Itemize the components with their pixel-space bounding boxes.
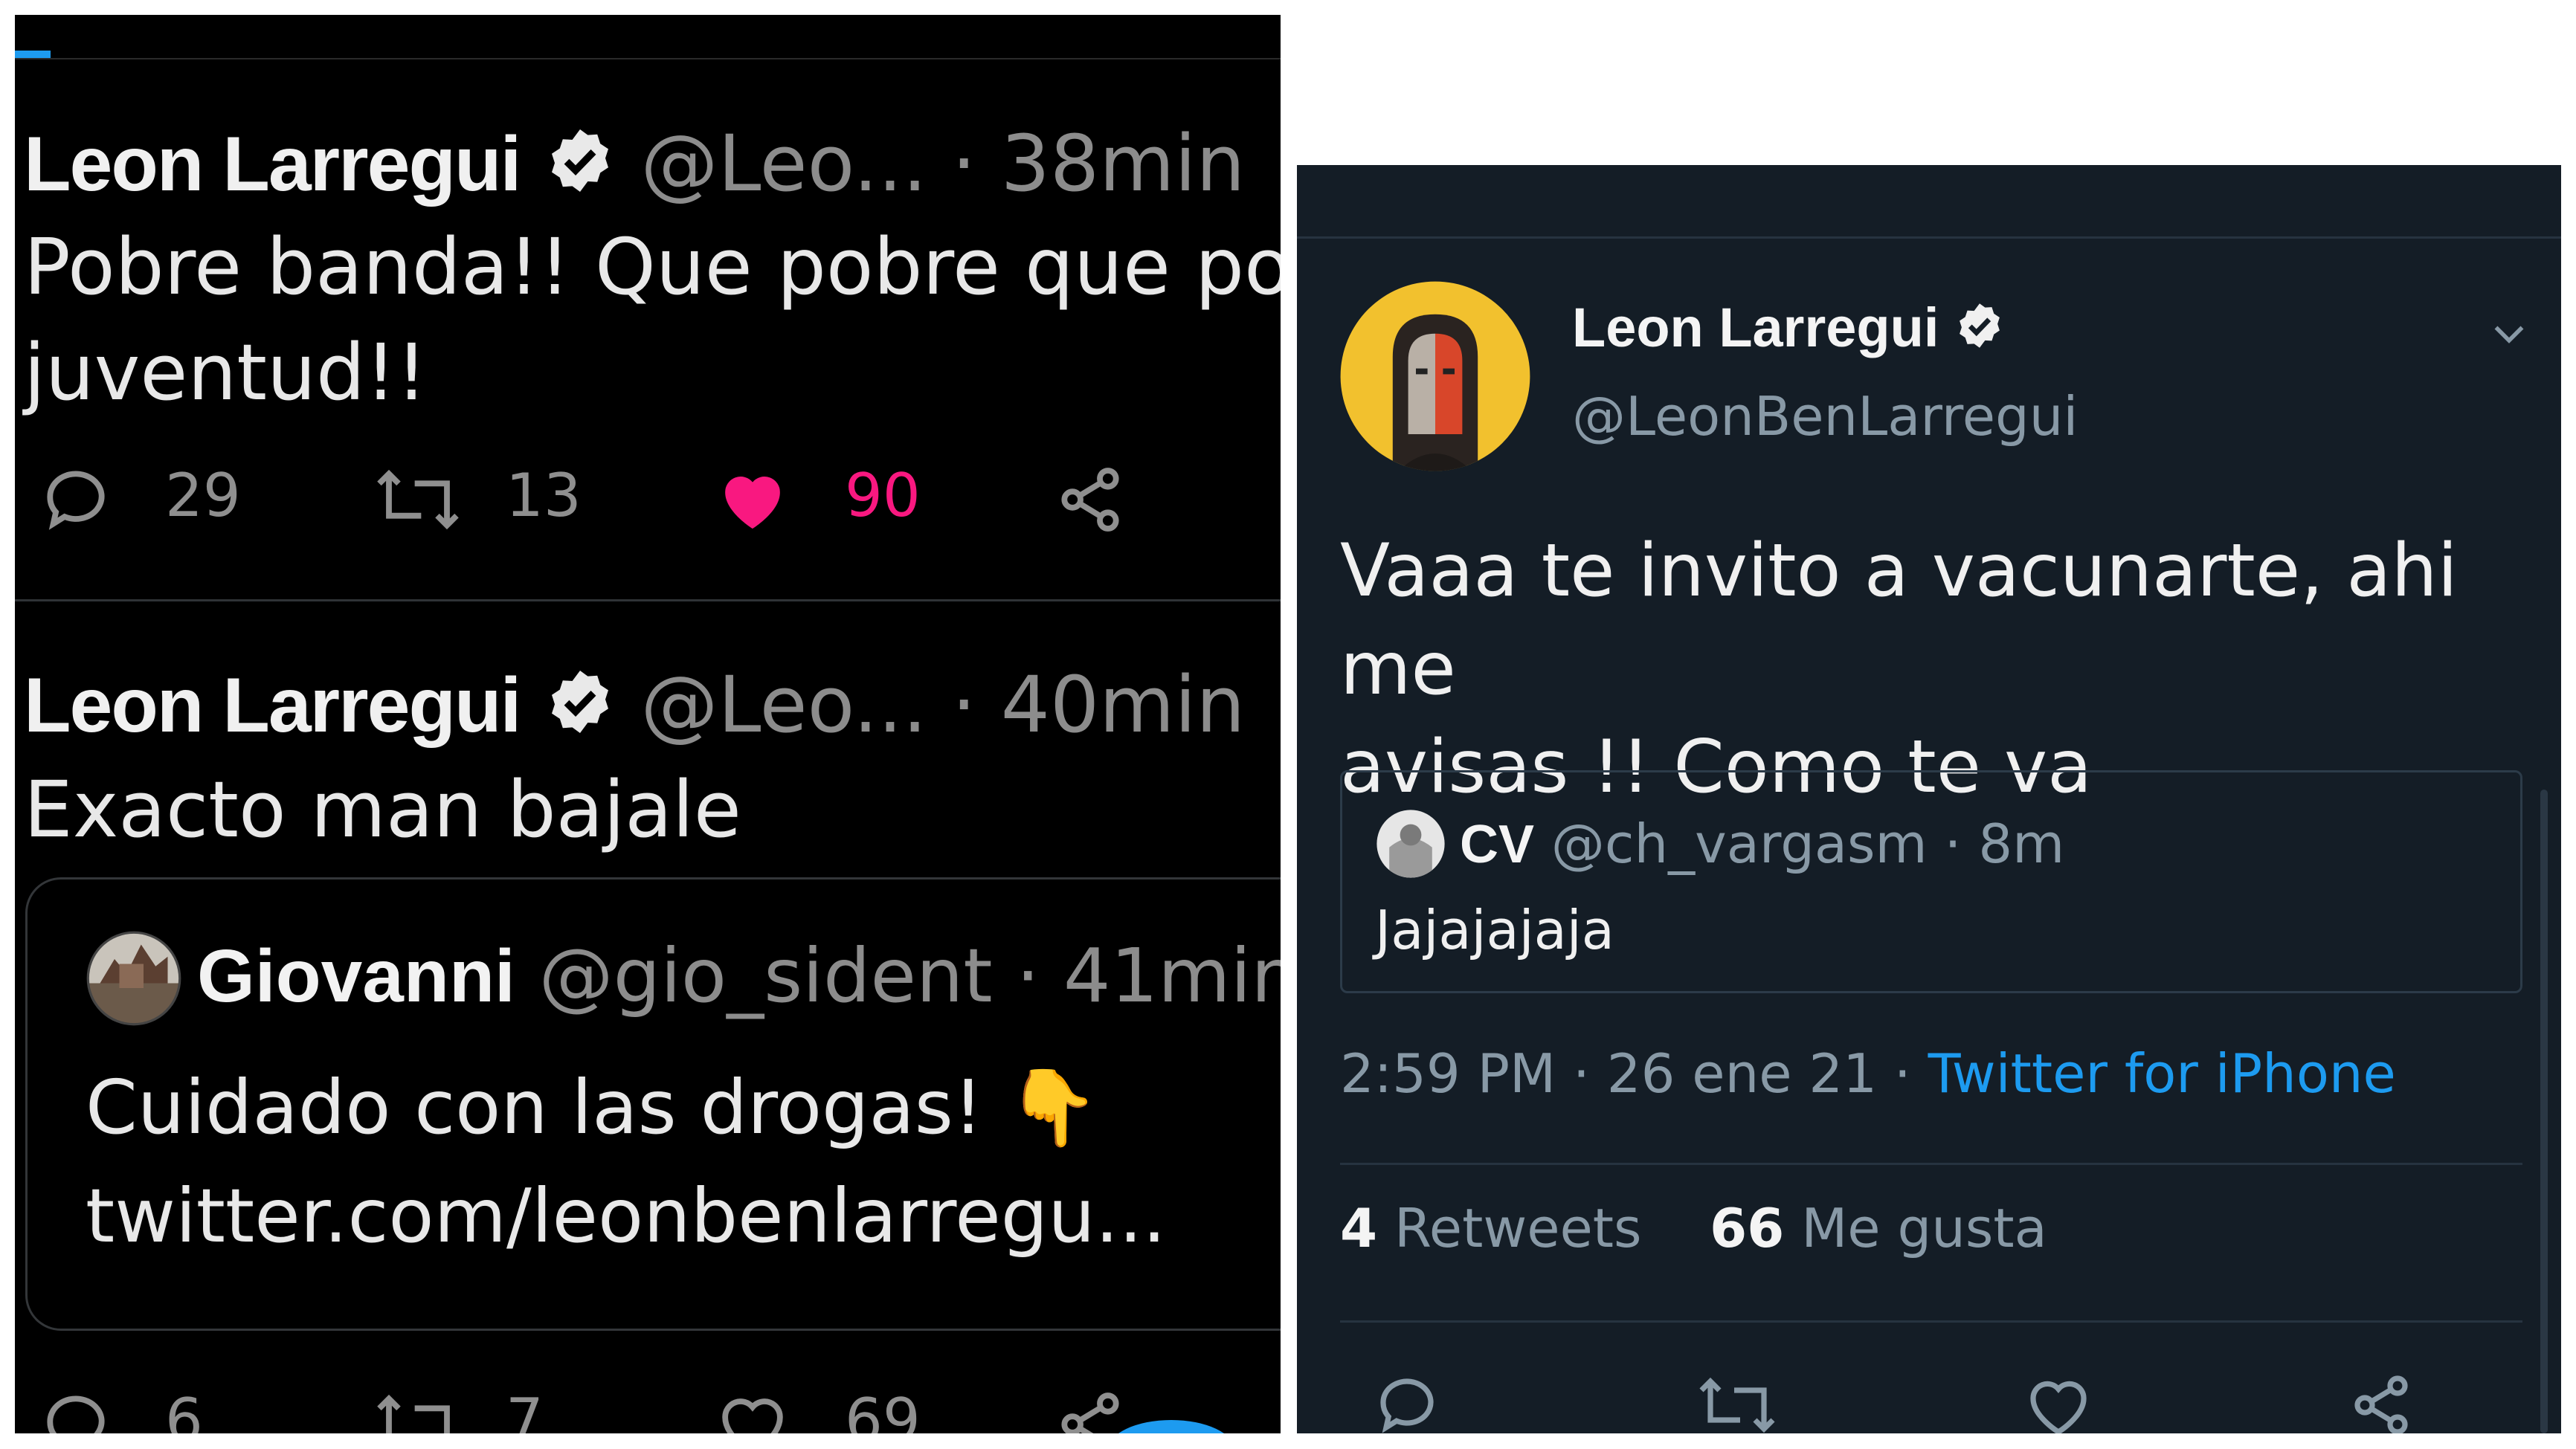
- tweet-1-text: Pobre banda!! Que pobre que pobre juvent…: [24, 214, 1281, 425]
- quoted-tweet-text: Cuidado con las drogas! 👇 twitter.com/le…: [86, 1053, 1166, 1271]
- reply-count: 6: [165, 1386, 203, 1433]
- tweet-2-text: Exacto man bajale: [24, 764, 741, 855]
- author-name-row: Leon Larregui: [1572, 296, 2005, 364]
- likes-label: Me gusta: [1801, 1197, 2047, 1259]
- verified-badge-icon: [544, 125, 616, 214]
- quoted-timestamp: · 41min: [1016, 932, 1281, 1019]
- tweet-divider: [15, 599, 1281, 601]
- quoted-author-name[interactable]: Giovanni: [197, 935, 515, 1018]
- tweet-timestamp: 2:59 PM · 26 ene 21 ·: [1340, 1042, 1928, 1105]
- verified-badge-icon: [544, 666, 616, 755]
- chevron-down-icon[interactable]: ⌄: [1269, 659, 1281, 750]
- tweet-text-line: juventud!!: [24, 327, 428, 418]
- tweet-1-header: Leon Larregui @Leo... · 38min ⌄: [24, 119, 1281, 214]
- retweet-count: 7: [506, 1386, 544, 1433]
- likes-stat[interactable]: 66 Me gusta: [1710, 1197, 2047, 1259]
- quoted-tweet-header: Giovanni @gio_sident · 41min: [197, 932, 1281, 1021]
- quoted-author-handle[interactable]: @ch_vargasm: [1551, 813, 1928, 875]
- quoted-tweet-header: CV @ch_vargasm · 8m: [1460, 808, 2064, 880]
- scrollbar[interactable]: [2540, 790, 2548, 1433]
- tweet-2-actions: 6 7 69: [37, 1386, 1227, 1433]
- tweet-author-handle[interactable]: @Leo...: [641, 659, 927, 750]
- like-count: 69: [845, 1386, 921, 1433]
- quoted-author-name[interactable]: CV: [1460, 815, 1534, 874]
- retweets-label: Retweets: [1394, 1197, 1642, 1259]
- stats-divider: [1340, 1163, 2522, 1165]
- tweet-source-link[interactable]: Twitter for iPhone: [1928, 1042, 2396, 1105]
- tweet-timestamp[interactable]: · 38min: [952, 118, 1246, 209]
- tweet-text-line: Vaaa te invito a vacunarte, ahi me: [1340, 529, 2458, 711]
- retweet-count: 13: [506, 461, 582, 530]
- tweet-timestamp[interactable]: · 40min: [952, 659, 1246, 750]
- top-divider: [15, 58, 1281, 59]
- retweet-icon[interactable]: [1696, 1369, 1779, 1433]
- quoted-tweet-text: Jajajajaja: [1375, 899, 1614, 961]
- likes-count: 66: [1710, 1197, 1785, 1259]
- tweet-1-actions: 29 13 90: [37, 461, 1227, 543]
- tweet-author-name[interactable]: Leon Larregui: [24, 121, 521, 207]
- quoted-tweet-card[interactable]: Giovanni @gio_sident · 41min Cuidado con…: [25, 877, 1281, 1331]
- verified-badge-icon: [1954, 300, 2005, 364]
- retweets-count: 4: [1340, 1197, 1378, 1259]
- quoted-tweet-card[interactable]: CV @ch_vargasm · 8m Jajajajaja: [1340, 770, 2522, 993]
- tweet-author-name[interactable]: Leon Larregui: [24, 662, 521, 749]
- quoted-author-handle[interactable]: @gio_sident: [539, 932, 993, 1019]
- author-handle[interactable]: @LeonBenLarregui: [1572, 385, 2078, 448]
- quoted-author-avatar[interactable]: [1375, 808, 1446, 882]
- heart-icon[interactable]: [2023, 1369, 2094, 1433]
- quoted-link-line[interactable]: twitter.com/leonbenlarregu...: [86, 1162, 1166, 1271]
- chevron-down-icon[interactable]: [2487, 311, 2531, 358]
- share-icon[interactable]: [2345, 1369, 2417, 1433]
- author-name[interactable]: Leon Larregui: [1572, 297, 1939, 358]
- like-count: 90: [845, 461, 921, 530]
- retweets-stat[interactable]: 4 Retweets: [1340, 1197, 1642, 1259]
- quoted-text-line: Cuidado con las drogas! 👇: [86, 1064, 1100, 1151]
- quoted-author-avatar[interactable]: [86, 930, 182, 1030]
- right-screenshot-panel: Leon Larregui @LeonBenLarregui Vaaa te i…: [1297, 165, 2561, 1433]
- top-divider: [1297, 236, 2561, 239]
- reply-count: 29: [165, 461, 241, 530]
- chevron-down-icon[interactable]: ⌄: [1269, 118, 1281, 209]
- tweet-meta: 2:59 PM · 26 ene 21 · Twitter for iPhone: [1340, 1042, 2396, 1105]
- tweet-author-handle[interactable]: @Leo...: [641, 118, 927, 209]
- tweet-stats: 4 Retweets 66 Me gusta: [1340, 1197, 2047, 1259]
- tweet-2-header: Leon Larregui @Leo... · 40min ⌄: [24, 660, 1281, 755]
- author-avatar[interactable]: [1339, 280, 1532, 476]
- actions-divider: [1340, 1320, 2522, 1323]
- quoted-timestamp: · 8m: [1944, 813, 2065, 875]
- reply-icon[interactable]: [1371, 1369, 1443, 1433]
- left-screenshot-panel: Leon Larregui @Leo... · 38min ⌄ Pobre ba…: [15, 15, 1281, 1433]
- tweet-text-line: Pobre banda!! Que pobre que pobre: [24, 222, 1281, 312]
